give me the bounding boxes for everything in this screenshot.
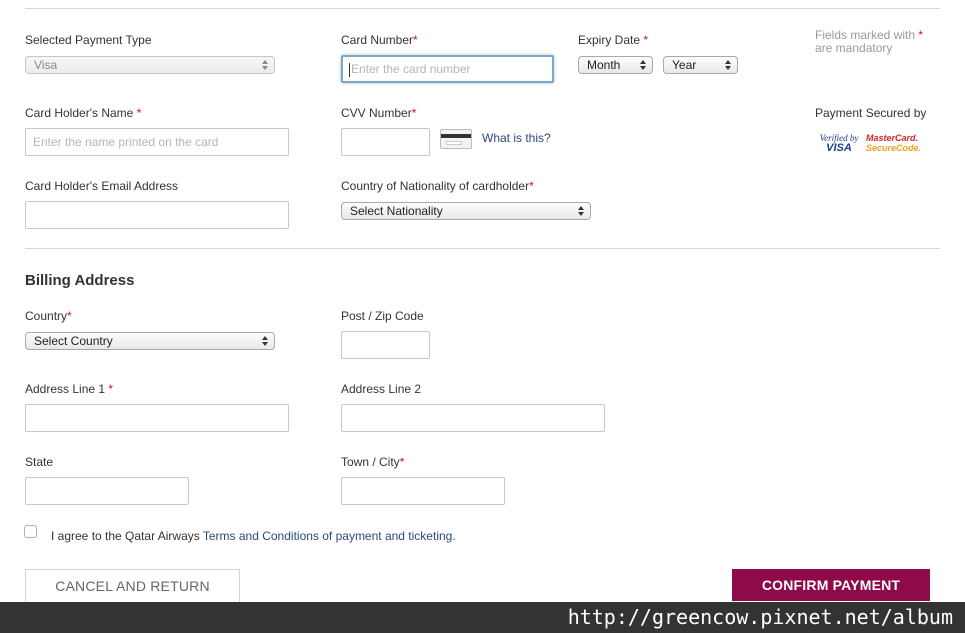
visa-text: VISA (826, 142, 852, 154)
select-arrows-icon (639, 58, 647, 72)
mastercard-text: MasterCard. (866, 133, 919, 143)
section-divider (25, 248, 940, 249)
address1-label: Address Line 1 * (25, 382, 113, 396)
city-label: Town / City* (341, 455, 404, 469)
payment-secured-label: Payment Secured by (815, 106, 927, 120)
select-arrows-icon (724, 58, 732, 72)
payment-type-label: Selected Payment Type (25, 33, 152, 47)
terms-checkbox[interactable] (24, 525, 37, 538)
holder-name-label-text: Card Holder's Name (25, 106, 137, 120)
select-arrows-icon (261, 58, 269, 72)
holder-name-input[interactable]: Enter the name printed on the card (25, 128, 289, 156)
address2-label: Address Line 2 (341, 382, 422, 396)
verified-by-visa-logo: Verified by VISA (817, 133, 861, 154)
nationality-select[interactable]: Select Nationality (341, 202, 591, 220)
select-arrows-icon (261, 334, 269, 348)
state-input[interactable] (25, 477, 189, 505)
expiry-date-label-text: Expiry Date (578, 33, 644, 47)
email-input[interactable] (25, 201, 289, 229)
holder-name-label: Card Holder's Name * (25, 106, 141, 120)
zip-label: Post / Zip Code (341, 309, 424, 323)
payment-type-value: Visa (34, 58, 58, 72)
email-label: Card Holder's Email Address (25, 179, 179, 193)
terms-link[interactable]: Terms and Conditions of payment and tick… (203, 529, 456, 543)
country-label-text: Country (25, 309, 68, 323)
card-back-icon (440, 129, 472, 149)
top-divider (25, 8, 940, 9)
confirm-payment-button[interactable]: CONFIRM PAYMENT (732, 569, 930, 601)
terms-prefix: I agree to the Qatar Airways (51, 529, 203, 543)
address1-label-text: Address Line 1 (25, 382, 109, 396)
cvv-help-link[interactable]: What is this? (482, 131, 551, 145)
select-arrows-icon (577, 204, 585, 218)
securecode-text: SecureCode. (866, 143, 922, 153)
address1-input[interactable] (25, 404, 289, 432)
required-star: * (67, 309, 72, 323)
city-label-text: Town / City (341, 455, 400, 469)
required-star: * (918, 28, 924, 42)
payment-type-select: Visa (25, 56, 275, 74)
nationality-value: Select Nationality (350, 204, 443, 218)
expiry-date-label: Expiry Date * (578, 33, 648, 47)
mandatory-note-text: Fields marked with (815, 28, 919, 42)
expiry-year-select[interactable]: Year (663, 56, 738, 74)
mandatory-note: Fields marked with * are mandatory (815, 29, 923, 55)
expiry-month-select[interactable]: Month (578, 56, 653, 74)
mastercard-securecode-logo: MasterCard. SecureCode. (866, 133, 922, 153)
country-value: Select Country (34, 334, 113, 348)
required-star: * (108, 382, 114, 396)
cvv-label: CVV Number* (341, 106, 416, 120)
zip-input[interactable] (341, 331, 430, 359)
required-star: * (136, 106, 142, 120)
expiry-year-value: Year (672, 58, 697, 72)
address2-input[interactable] (341, 404, 605, 432)
required-star: * (529, 179, 534, 193)
cvv-label-text: CVV Number (341, 106, 412, 120)
country-select[interactable]: Select Country (25, 332, 275, 350)
text-cursor (349, 62, 350, 77)
watermark-banner: http://greencow.pixnet.net/album (0, 602, 965, 633)
card-number-label: Card Number* (341, 33, 418, 47)
billing-address-title: Billing Address (25, 272, 135, 289)
city-input[interactable] (341, 477, 505, 505)
country-label: Country* (25, 309, 72, 323)
required-star: * (411, 106, 417, 120)
card-number-input[interactable]: Enter the card number (341, 55, 554, 83)
card-number-placeholder: Enter the card number (351, 62, 471, 76)
card-number-label-text: Card Number (341, 33, 414, 47)
expiry-month-value: Month (587, 58, 621, 72)
terms-agreement-text: I agree to the Qatar Airways Terms and C… (51, 529, 456, 543)
nationality-label-text: Country of Nationality of cardholder (341, 179, 530, 193)
required-star: * (413, 33, 418, 47)
mandatory-note-line2: are mandatory (815, 41, 893, 55)
required-star: * (399, 455, 405, 469)
cvv-input[interactable] (341, 128, 430, 156)
nationality-label: Country of Nationality of cardholder* (341, 179, 534, 193)
holder-name-placeholder: Enter the name printed on the card (33, 135, 219, 149)
required-star: * (643, 33, 649, 47)
state-label: State (25, 455, 54, 469)
